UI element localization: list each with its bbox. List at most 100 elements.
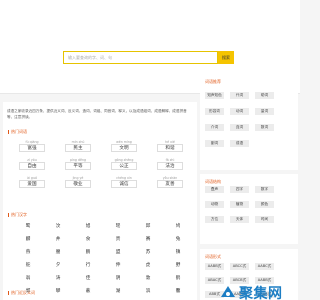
side-tag[interactable]: 数字 bbox=[255, 186, 274, 193]
hot-char-item[interactable]: 舵 bbox=[13, 261, 43, 269]
side-tag[interactable]: 成语 bbox=[230, 140, 249, 147]
side-tag[interactable]: 知声知色 bbox=[205, 92, 224, 99]
hot-char-item[interactable]: 攀 bbox=[43, 287, 73, 295]
hot-chars-grid: 鹭汶旭瑶邱鸠麟井食贵赛兔燕腰鹏盟苏镇舵夕行伸虎野翁涛佳阴敦鹤郭攀蔽湖滨馨 bbox=[13, 222, 193, 295]
side-tag[interactable]: 天体 bbox=[230, 216, 249, 223]
hot-word-text: 文明 bbox=[111, 143, 137, 152]
hot-char-item[interactable]: 夕 bbox=[43, 261, 73, 269]
hot-word-text: 法治 bbox=[157, 161, 183, 170]
bottom-section-title: 热门近反义词 bbox=[8, 290, 35, 296]
side-tag[interactable]: AABC式 bbox=[255, 263, 274, 270]
hot-word-text: 敬业 bbox=[65, 179, 91, 188]
hot-char-item[interactable]: 翁 bbox=[13, 274, 43, 282]
hot-char-item[interactable]: 苏 bbox=[133, 248, 163, 256]
side-structure-panel: 词语结构 叠声 四字 数字动物 植物 颜色方位 天体 时间 bbox=[200, 174, 298, 244]
hot-char-item[interactable]: 敦 bbox=[133, 274, 163, 282]
side-tag[interactable]: 方位 bbox=[205, 216, 224, 223]
hot-word-text: 公正 bbox=[111, 161, 137, 170]
side-tag[interactable]: 四字 bbox=[230, 186, 249, 193]
hot-word-item[interactable]: píng děng 平等 bbox=[55, 156, 101, 171]
hot-word-item[interactable]: mín zhǔ 民主 bbox=[55, 138, 101, 153]
hot-char-item[interactable]: 鹭 bbox=[13, 222, 43, 230]
hot-char-item[interactable]: 行 bbox=[73, 261, 103, 269]
hot-word-text: 诚信 bbox=[111, 179, 137, 188]
hot-word-item[interactable]: fǎ zhì 法治 bbox=[147, 156, 193, 171]
side-tag[interactable]: 时间 bbox=[255, 216, 274, 223]
side-tag[interactable]: 叠声 bbox=[205, 186, 224, 193]
hot-char-item[interactable]: 邱 bbox=[133, 222, 163, 230]
hot-char-item[interactable]: 鹏 bbox=[73, 248, 103, 256]
hot-char-item[interactable]: 兔 bbox=[163, 235, 193, 243]
hot-char-item[interactable]: 涛 bbox=[43, 274, 73, 282]
side-form-title: 词语形式 bbox=[205, 254, 221, 259]
hot-char-item[interactable]: 食 bbox=[73, 235, 103, 243]
side-recommend-title: 词语推荐 bbox=[205, 79, 221, 84]
side-tag[interactable]: ABCC式 bbox=[230, 263, 249, 270]
hot-word-item[interactable]: jìng yè 敬业 bbox=[55, 174, 101, 189]
hot-char-item[interactable]: 馨 bbox=[163, 287, 193, 295]
main-content: 成语之家收录近四万条，提供近义词、反义词、造词、词组、同音词、释义，以及成语组词… bbox=[3, 102, 197, 300]
hot-char-item[interactable]: 瑶 bbox=[103, 222, 133, 230]
side-tag[interactable]: 形容词 bbox=[205, 108, 224, 115]
hot-char-item[interactable]: 麟 bbox=[13, 235, 43, 243]
search-button[interactable]: 搜索 bbox=[218, 51, 234, 64]
hot-char-item[interactable]: 赛 bbox=[133, 235, 163, 243]
hot-chars-title: 热门汉字 bbox=[8, 212, 27, 218]
side-tag[interactable]: 颜色 bbox=[255, 201, 274, 208]
hot-char-item[interactable]: 旭 bbox=[73, 222, 103, 230]
hot-word-item[interactable]: gōng zhèng 公正 bbox=[101, 156, 147, 171]
hot-char-item[interactable]: 野 bbox=[163, 261, 193, 269]
logo-icon bbox=[221, 286, 235, 297]
intro-text: 成语之家收录近四万条，提供近义词、反义词、造词、词组、同音词、释义，以及成语组词… bbox=[7, 109, 187, 119]
hot-word-text: 和谐 bbox=[157, 143, 183, 152]
hot-char-item[interactable]: 镇 bbox=[163, 248, 193, 256]
hot-words-title: 热门词语 bbox=[8, 129, 27, 135]
side-tag[interactable]: 连词 bbox=[230, 124, 249, 131]
hot-char-item[interactable]: 阴 bbox=[103, 274, 133, 282]
hot-char-item[interactable]: 滨 bbox=[133, 287, 163, 295]
hot-word-item[interactable]: zì yóu 自由 bbox=[9, 156, 55, 171]
search-input[interactable]: 输入要查询的字、词、句 bbox=[63, 51, 218, 64]
side-recommend-panel: 词语推荐 知声知色 代词 助词形容词 动词 量词介词 连词 数词副词 成语 bbox=[200, 74, 298, 170]
hot-char-item[interactable]: 虎 bbox=[133, 261, 163, 269]
side-tag[interactable]: 动物 bbox=[205, 201, 224, 208]
side-tag[interactable]: 数词 bbox=[255, 124, 274, 131]
watermark-text: 聚集网 bbox=[239, 286, 283, 300]
hot-word-text: 自由 bbox=[19, 161, 45, 170]
hot-char-item[interactable]: 贵 bbox=[103, 235, 133, 243]
hot-word-item[interactable]: fù qiáng 富强 bbox=[9, 138, 55, 153]
hot-char-item[interactable]: 伸 bbox=[103, 261, 133, 269]
hot-char-item[interactable]: 鹤 bbox=[163, 274, 193, 282]
hot-char-item[interactable]: 佳 bbox=[73, 274, 103, 282]
hot-word-text: 爱国 bbox=[19, 179, 45, 188]
side-tag[interactable]: 介词 bbox=[205, 124, 224, 131]
side-tag[interactable]: AABB式 bbox=[205, 263, 224, 270]
side-tag[interactable]: 动词 bbox=[230, 108, 249, 115]
hot-char-item[interactable]: 汶 bbox=[43, 222, 73, 230]
hot-word-item[interactable]: chéng xìn 诚信 bbox=[101, 174, 147, 189]
hot-word-item[interactable]: wén míng 文明 bbox=[101, 138, 147, 153]
hot-char-item[interactable]: 腰 bbox=[43, 248, 73, 256]
watermark-logo: 聚集网 bbox=[221, 283, 283, 300]
hot-char-item[interactable]: 燕 bbox=[13, 248, 43, 256]
hot-char-item[interactable]: 蔽 bbox=[73, 287, 103, 295]
side-tag[interactable]: 植物 bbox=[230, 201, 249, 208]
hot-word-text: 民主 bbox=[65, 143, 91, 152]
side-tag[interactable]: 副词 bbox=[205, 140, 224, 147]
hot-word-text: 富强 bbox=[19, 143, 45, 152]
hot-word-item[interactable]: hé xié 和谐 bbox=[147, 138, 193, 153]
hot-words-grid: fù qiáng 富强 mín zhǔ 民主 wén míng 文明 hé xié 和谐 zì … bbox=[9, 138, 193, 189]
side-tag[interactable]: ABAC式 bbox=[205, 277, 224, 284]
hot-word-text: 平等 bbox=[65, 161, 91, 170]
hot-char-item[interactable]: 湖 bbox=[103, 287, 133, 295]
side-structure-title: 词语结构 bbox=[205, 179, 221, 184]
hot-word-item[interactable]: yǒu shàn 友善 bbox=[147, 174, 193, 189]
hot-word-text: 友善 bbox=[157, 179, 183, 188]
hot-char-item[interactable]: 鸠 bbox=[163, 222, 193, 230]
hot-char-item[interactable]: 盟 bbox=[103, 248, 133, 256]
side-tag[interactable]: 代词 bbox=[230, 92, 249, 99]
side-tag[interactable]: 量词 bbox=[255, 108, 274, 115]
hot-word-item[interactable]: ài guó 爱国 bbox=[9, 174, 55, 189]
side-tag[interactable]: 助词 bbox=[255, 92, 274, 99]
hot-char-item[interactable]: 井 bbox=[43, 235, 73, 243]
